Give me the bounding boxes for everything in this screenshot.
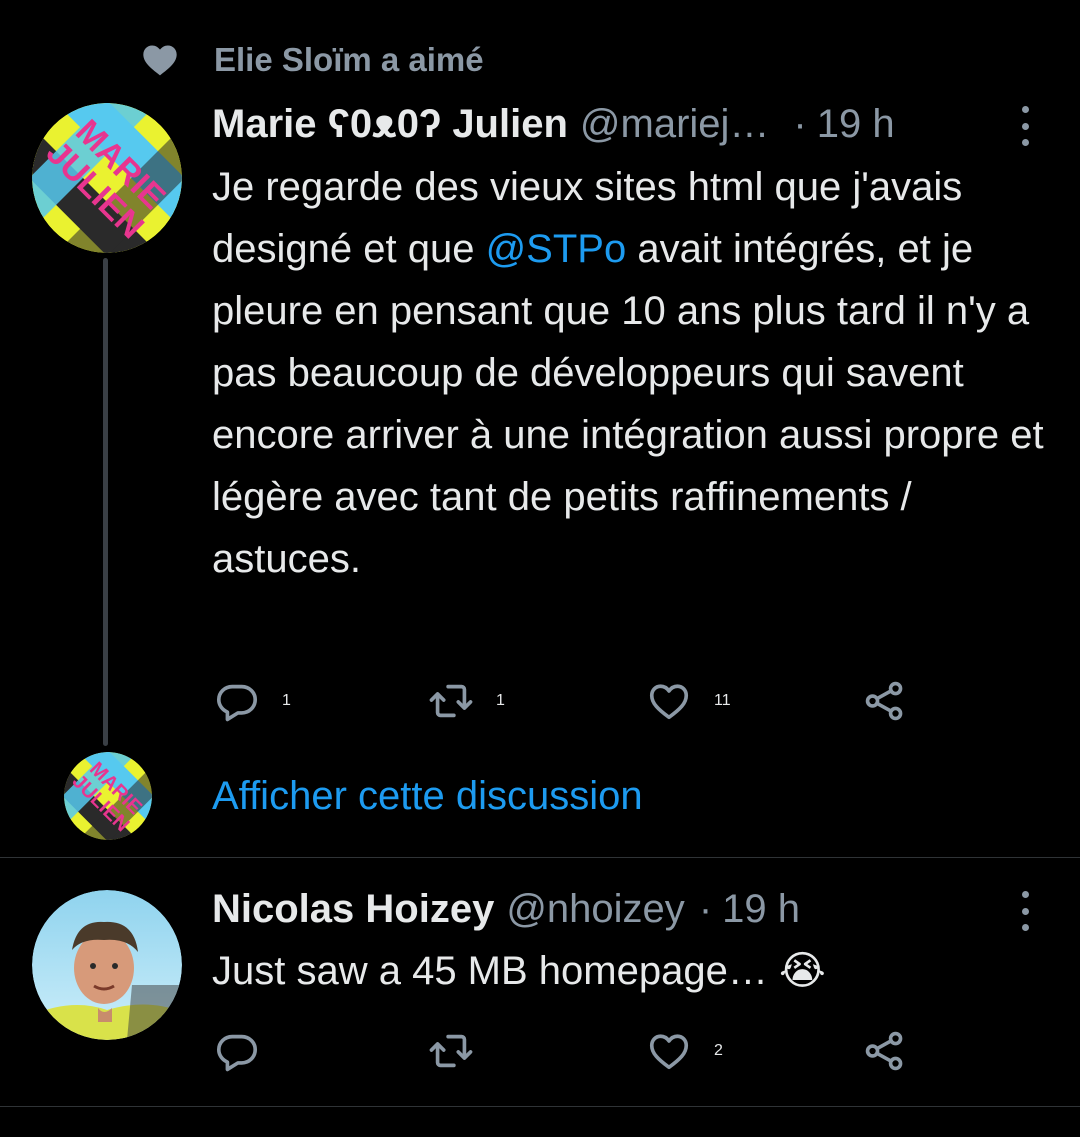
like-icon	[649, 684, 689, 720]
crying-face-emoji: 😭	[778, 949, 826, 993]
tweet-text-part: avait intégrés, et je pleure en pensant …	[212, 227, 1044, 581]
like-icon	[649, 1034, 689, 1070]
heart-icon	[143, 45, 177, 76]
mention-link[interactable]: @STPo	[486, 227, 627, 271]
share-icon	[865, 1031, 903, 1071]
avatar-nicolas-hoizey[interactable]	[32, 890, 182, 1040]
like-button[interactable]: 11	[646, 678, 731, 724]
retweet-count: 1	[496, 692, 505, 709]
timestamp[interactable]: 19 h	[722, 887, 800, 932]
reply-count: 1	[282, 692, 291, 709]
like-count: 11	[714, 692, 731, 709]
retweet-button[interactable]: 1	[428, 678, 505, 724]
show-thread-link[interactable]: Afficher cette discussion	[212, 774, 643, 819]
divider	[0, 857, 1080, 858]
reply-button[interactable]: 1	[214, 678, 291, 724]
display-name[interactable]: Nicolas Hoizey	[212, 887, 494, 932]
timestamp[interactable]: 19 h	[817, 102, 895, 147]
retweet-button[interactable]	[428, 1028, 496, 1074]
display-name[interactable]: Marie ʕ0ᴥ0ʔ Julien	[212, 102, 568, 147]
user-handle[interactable]: @nhoizey	[506, 887, 684, 932]
like-count: 2	[714, 1042, 723, 1059]
share-button[interactable]	[862, 678, 908, 724]
separator-dot: ·	[698, 887, 713, 931]
like-button[interactable]: 2	[646, 1028, 723, 1074]
reply-icon	[216, 1034, 258, 1072]
share-button[interactable]	[862, 1028, 908, 1074]
tweet-text-part: Just saw a 45 MB homepage…	[212, 949, 779, 993]
tweet-text: Je regarde des vieux sites html que j'av…	[212, 156, 1052, 590]
tweet-header: Marie ʕ0ᴥ0ʔ Julien @mariej… · 19 h	[212, 102, 895, 147]
share-icon	[865, 681, 903, 721]
reply-icon	[216, 684, 258, 722]
tweet-text: Just saw a 45 MB homepage… 😭	[212, 940, 1052, 1002]
more-options-icon[interactable]	[1018, 106, 1032, 146]
avatar-marie-julien-small[interactable]: MARIE JULIEN	[64, 752, 152, 840]
reply-button[interactable]	[214, 1028, 282, 1074]
social-context: Elie Sloïm a aimé	[140, 38, 484, 82]
retweet-icon	[429, 1034, 473, 1068]
divider	[0, 1106, 1080, 1107]
thread-connector-line	[103, 258, 108, 746]
more-options-icon[interactable]	[1018, 891, 1032, 931]
retweet-icon	[429, 684, 473, 718]
social-context-text: Elie Sloïm a aimé	[214, 41, 484, 78]
tweet-header: Nicolas Hoizey @nhoizey · 19 h	[212, 887, 800, 932]
user-handle[interactable]: @mariej…	[580, 102, 770, 147]
separator-dot: ·	[793, 102, 807, 146]
avatar-marie-julien[interactable]: MARIE JULIEN	[32, 103, 182, 253]
